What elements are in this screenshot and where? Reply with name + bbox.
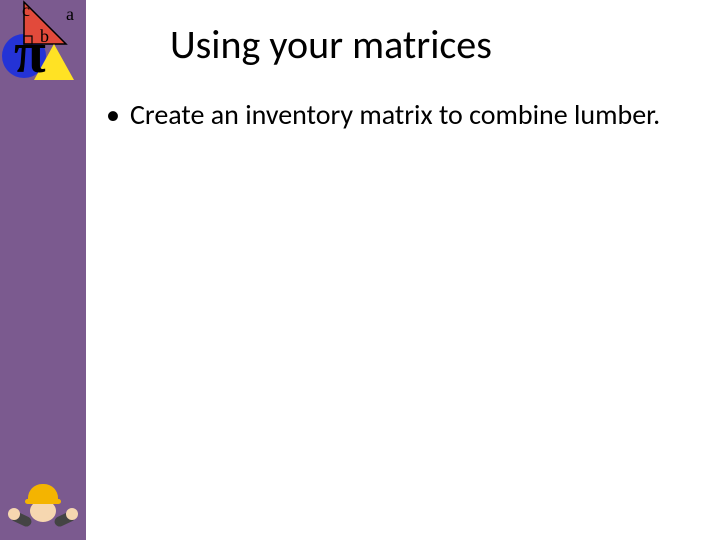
math-logo-icon: c a b π (0, 0, 86, 88)
bullet-list: Create an inventory matrix to combine lu… (106, 98, 690, 132)
bullet-text: Create an inventory matrix to combine lu… (130, 97, 660, 132)
list-item: Create an inventory matrix to combine lu… (106, 98, 690, 132)
triangle-label-a: a (66, 4, 74, 25)
sidebar: c a b π (0, 0, 86, 540)
page-title: Using your matrices (170, 20, 492, 69)
pi-icon: π (14, 24, 46, 82)
triangle-label-c: c (22, 0, 30, 21)
worker-icon (8, 484, 78, 540)
